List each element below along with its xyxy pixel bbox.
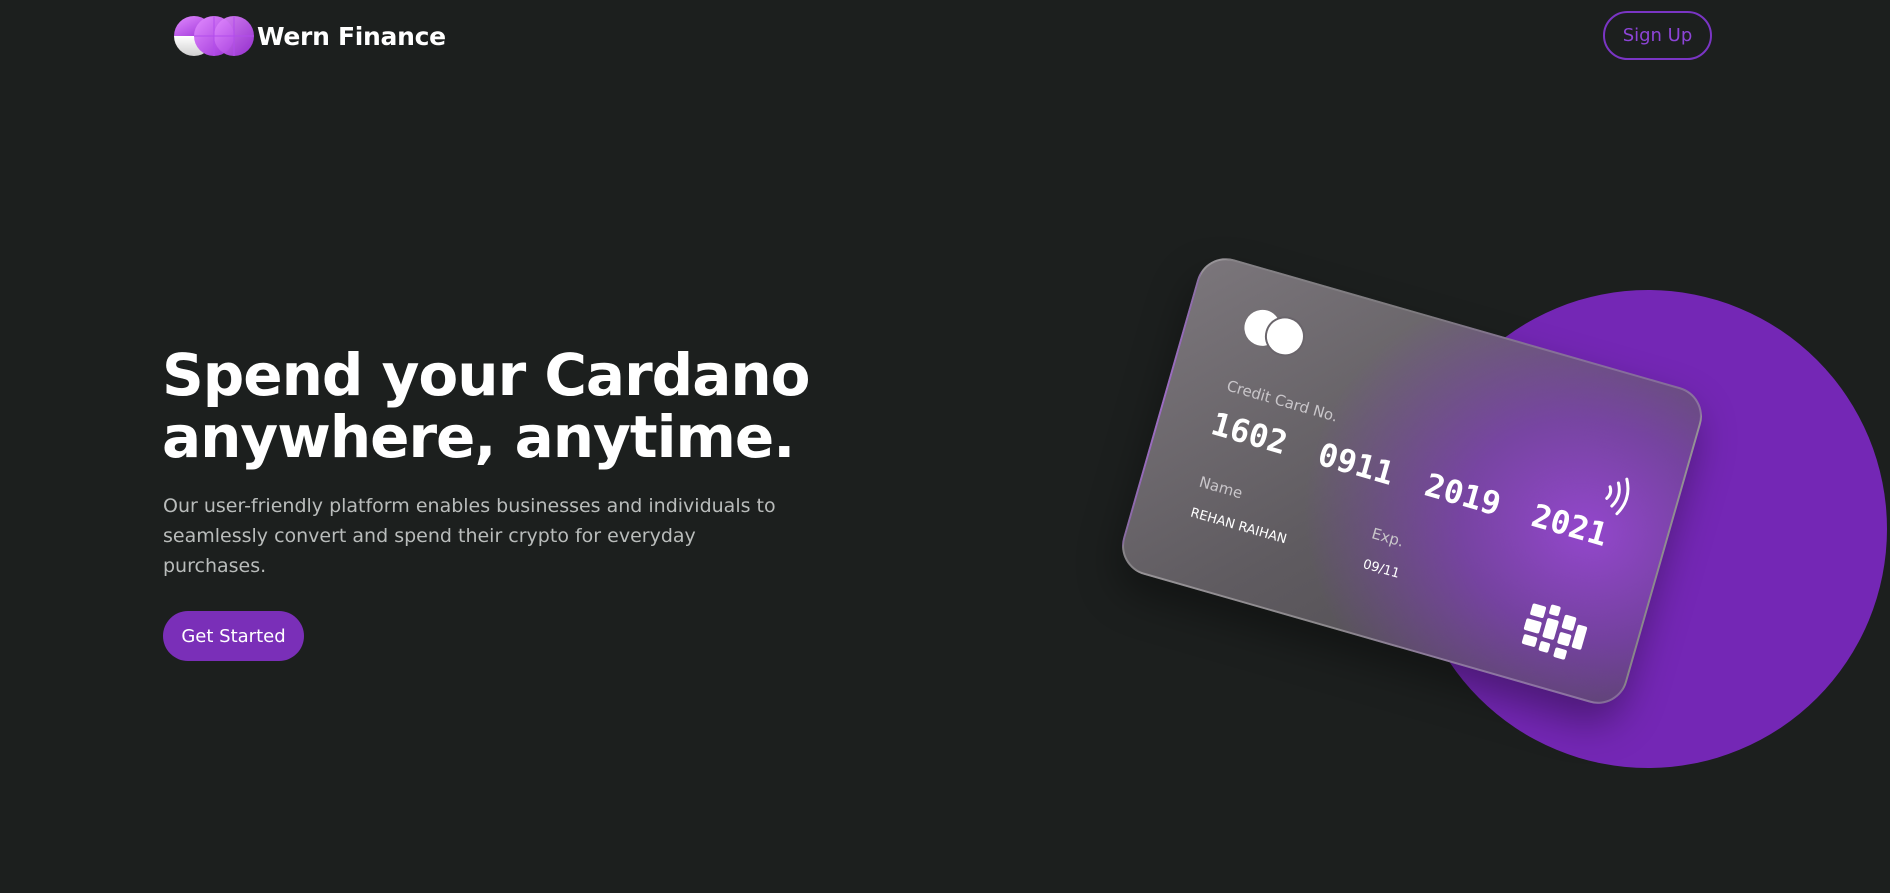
headline-line-1: Spend your Cardano — [162, 341, 810, 409]
card-number-group: 1602 — [1207, 404, 1292, 463]
hero-description: Our user-friendly platform enables busin… — [163, 495, 776, 577]
headline-line-2: anywhere, anytime. — [162, 403, 795, 471]
card-number-group: 2019 — [1420, 465, 1506, 524]
overlapping-circles-icon — [1239, 305, 1310, 362]
half-circles-logo-icon — [174, 16, 254, 56]
brand-logo[interactable]: Wern Finance — [173, 15, 446, 57]
expiry-label: Exp. — [1369, 524, 1406, 551]
get-started-button[interactable]: Get Started — [163, 611, 304, 661]
card-number-group: 0911 — [1313, 435, 1399, 493]
hero-headline: Spend your Cardano anywhere, anytime. — [162, 344, 922, 468]
cardholder-name: REHAN RAIHAN — [1188, 505, 1289, 548]
expiry-date: 09/11 — [1361, 557, 1402, 582]
brand-name: Wern Finance — [257, 21, 446, 51]
landing-page: Wern Finance Sign Up Spend your Cardano … — [0, 0, 1890, 893]
chip-icon — [1521, 603, 1588, 660]
cardholder-name-label: Name — [1197, 472, 1245, 503]
sign-up-button[interactable]: Sign Up — [1603, 11, 1712, 60]
